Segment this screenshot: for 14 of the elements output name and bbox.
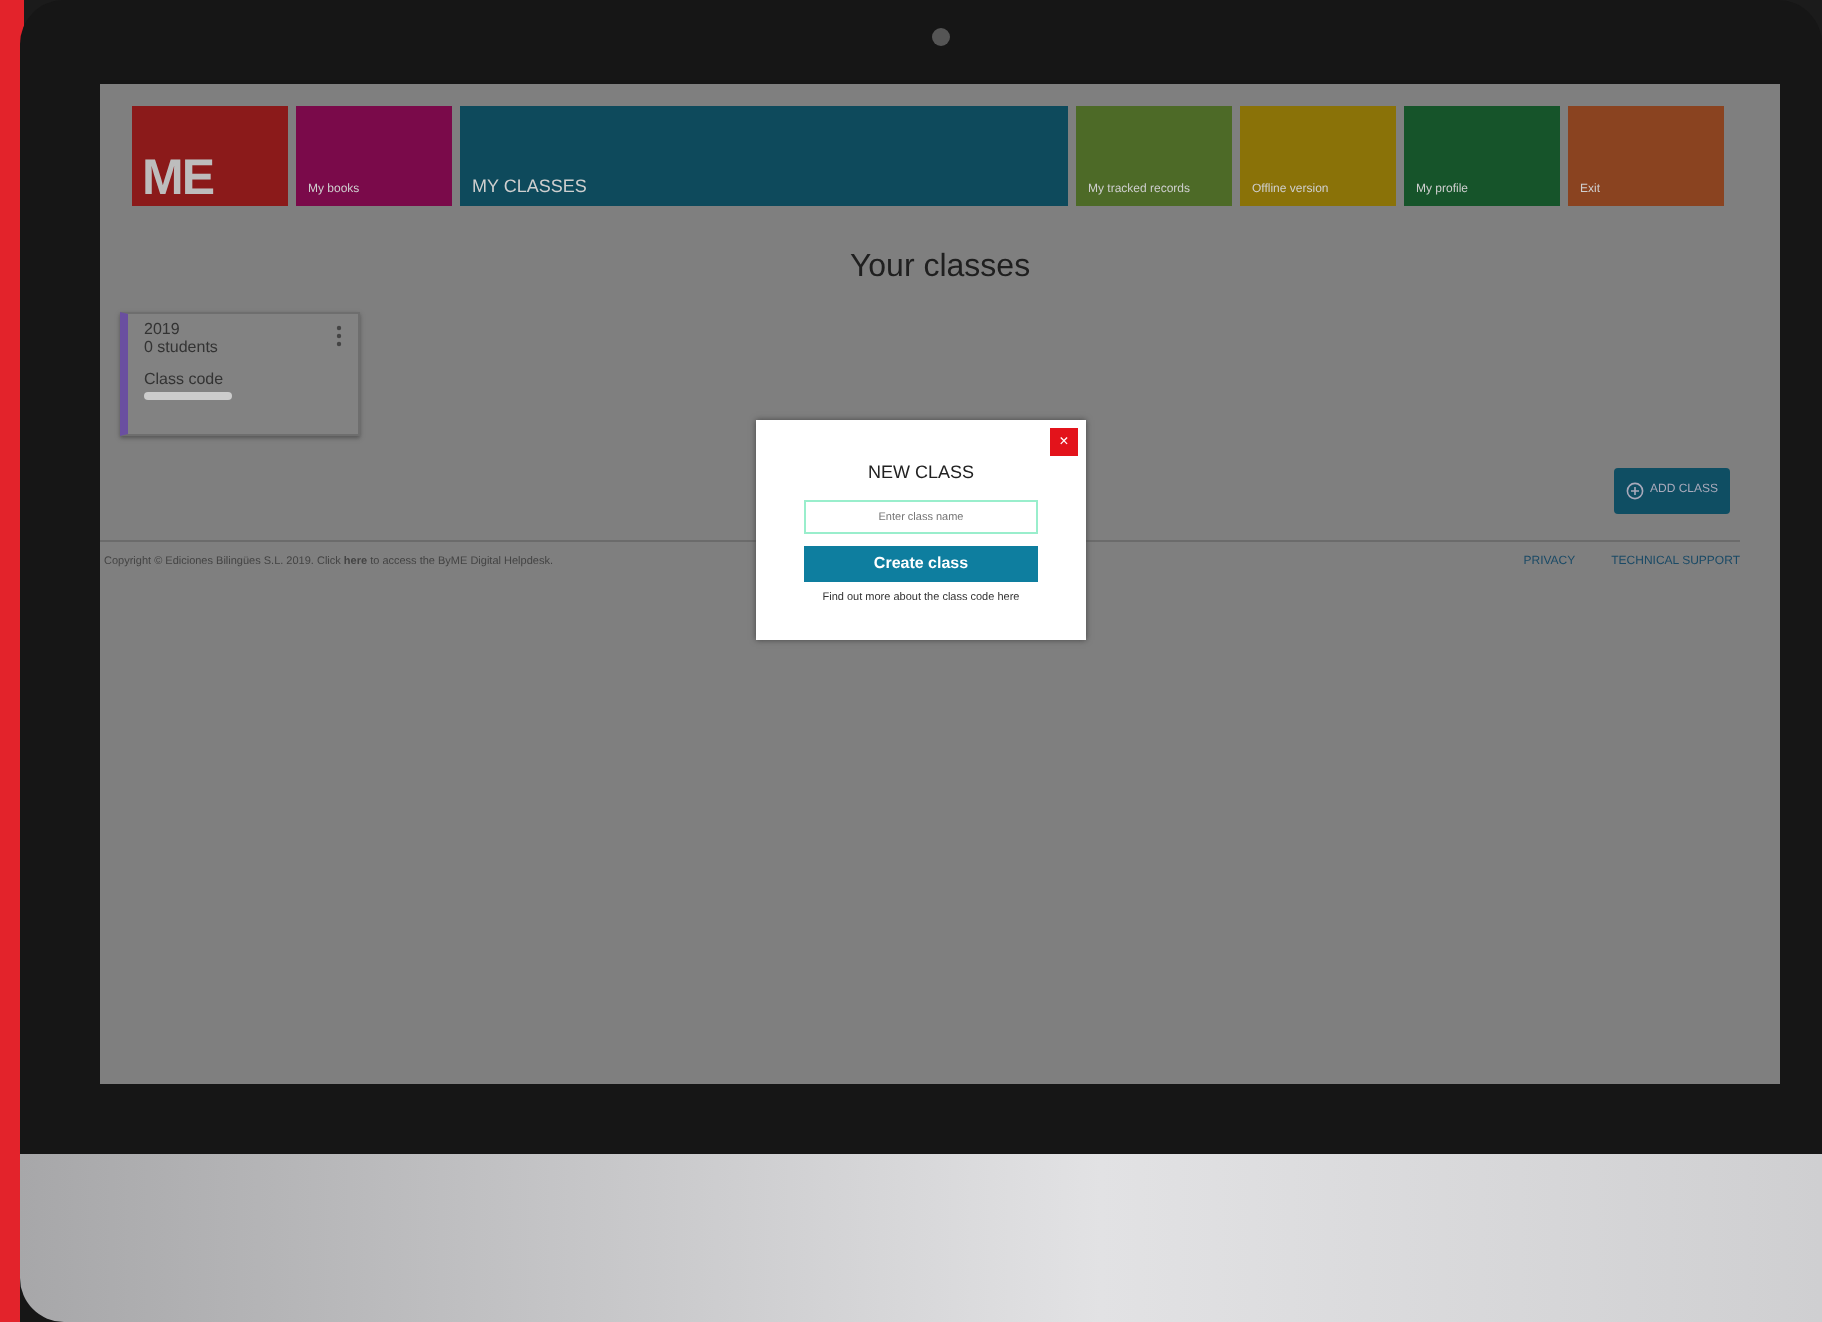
dialog-title: NEW CLASS: [865, 460, 976, 486]
logo[interactable]: ME: [132, 106, 288, 206]
class-card[interactable]: 2019 0 students Class code: [120, 312, 360, 436]
create-class-button[interactable]: Create class: [804, 545, 1038, 581]
plus-circle-icon: [1625, 482, 1644, 500]
class-year: 2019: [144, 322, 180, 340]
camera-icon: [932, 28, 950, 46]
page-title: Your classes: [847, 248, 1033, 288]
class-code-value: [144, 392, 232, 401]
kebab-menu-icon[interactable]: [336, 324, 342, 348]
student-count: 0 students: [144, 339, 218, 358]
class-code-label: Class code: [144, 371, 224, 389]
close-button[interactable]: ×: [1050, 428, 1078, 456]
nav-tile[interactable]: MY CLASSES: [460, 106, 1068, 206]
